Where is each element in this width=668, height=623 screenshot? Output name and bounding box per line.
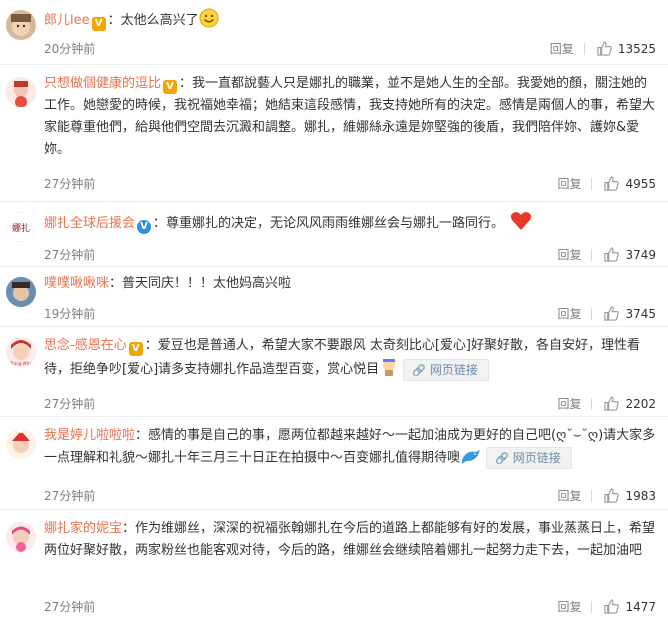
smiley-emoji-icon: [199, 8, 219, 28]
web-link-label: 网页链接: [429, 362, 478, 377]
praying-emoji-icon: [379, 357, 399, 377]
avatar[interactable]: Trang Wha: [6, 337, 36, 367]
comment-username[interactable]: 噗噗啾啾咪: [44, 276, 109, 291]
comment-timestamp: 27分钟前: [44, 248, 96, 262]
avatar-child-image: [6, 10, 36, 40]
comment-separator: ：: [153, 216, 167, 231]
comment-username[interactable]: 郎儿lee: [44, 13, 90, 28]
thumbs-up-icon: [604, 396, 620, 411]
action-divider: [591, 600, 593, 613]
comment-separator: ：: [107, 13, 121, 28]
link-icon: 🔗: [412, 363, 426, 377]
reply-button[interactable]: 回复: [557, 598, 581, 615]
vip-badge-icon: V: [128, 342, 143, 356]
svg-text:娜扎: 娜扎: [12, 222, 30, 234]
vip-badge-icon: V: [91, 17, 106, 31]
avatar-photo-image: [6, 277, 36, 307]
avatar[interactable]: [6, 77, 36, 107]
comment-username[interactable]: 思念-感恩在心: [44, 338, 127, 353]
comment-item: 我是婷儿啦啦啦：感情的事是自己的事，愿两位都越来越好～一起加油成为更好的自己吧(…: [0, 417, 668, 510]
comment-item: Trang Wha 思念-感恩在心 V ：爱豆也是普通人，希望大家不要跟风 太奇刻比…: [0, 327, 668, 417]
like-count: 3749: [625, 247, 656, 262]
like-count: 3745: [625, 306, 656, 321]
comment-timestamp: 27分钟前: [44, 489, 96, 503]
avatar[interactable]: [6, 429, 36, 459]
link-icon: 🔗: [495, 452, 509, 465]
comment-text: 普天同庆！！！太他妈高兴啦: [122, 276, 292, 291]
avatar[interactable]: [6, 277, 36, 307]
avatar-cartoon-image: [6, 522, 36, 552]
action-divider: [591, 489, 593, 502]
avatar-illustration-image: [6, 77, 36, 107]
action-divider: [591, 397, 593, 410]
thumbs-up-icon: [604, 176, 620, 191]
reply-button[interactable]: 回复: [557, 305, 581, 322]
comment-timestamp: 27分钟前: [44, 177, 96, 191]
svg-text:Trang Wha: Trang Wha: [9, 361, 32, 366]
thumbs-up-icon: [604, 599, 620, 614]
action-divider: [591, 248, 593, 261]
reply-button[interactable]: 回复: [557, 175, 581, 192]
action-divider: [591, 177, 593, 190]
comment-separator: ：: [179, 76, 193, 91]
like-button[interactable]: 4955: [604, 176, 656, 191]
comment-timestamp: 19分钟前: [44, 307, 96, 321]
like-count: 13525: [617, 41, 656, 56]
comment-timestamp: 27分钟前: [44, 600, 96, 614]
avatar[interactable]: 娜扎: [6, 212, 36, 242]
comment-username[interactable]: 我是婷儿啦啦啦: [44, 428, 135, 443]
comment-item: 噗噗啾啾咪：普天同庆！！！太他妈高兴啦 19分钟前 回复 3745: [0, 267, 668, 327]
comment-separator: ：: [135, 428, 149, 443]
web-link-button[interactable]: 🔗 网页链接: [403, 358, 489, 381]
avatar[interactable]: [6, 522, 36, 552]
like-count: 1983: [625, 488, 656, 503]
like-button[interactable]: 1477: [604, 599, 656, 614]
comment-username[interactable]: 只想做個健康的逗比: [44, 76, 161, 91]
comment-text: 尊重娜扎的决定，无论风风雨雨维娜丝会与娜扎一路同行。: [166, 216, 505, 231]
avatar-logo-image: 娜扎: [6, 212, 36, 242]
thumbs-up-icon: [604, 306, 620, 321]
like-count: 2202: [625, 396, 656, 411]
avatar-cartoon-image: Trang Wha: [6, 337, 36, 367]
reply-button[interactable]: 回复: [557, 395, 581, 412]
dolphin-emoji-icon: [460, 448, 482, 466]
thumbs-up-icon: [597, 41, 612, 56]
thumbs-up-icon: [604, 488, 620, 503]
comment-text: 作为维娜丝，深深的祝福张翰娜扎在今后的道路上都能够有好的发展，事业蒸蒸日上，希望…: [44, 521, 656, 558]
like-button[interactable]: 2202: [604, 396, 656, 411]
reply-button[interactable]: 回复: [550, 40, 574, 57]
like-button[interactable]: 1983: [604, 488, 656, 503]
thumbs-up-icon: [604, 247, 620, 262]
web-link-button[interactable]: 🔗 网页链接: [486, 447, 572, 469]
like-button[interactable]: 3749: [604, 247, 656, 262]
like-button[interactable]: 13525: [597, 41, 656, 56]
comment-separator: ：: [122, 521, 136, 536]
comment-timestamp: 27分钟前: [44, 397, 96, 411]
comment-separator: ：: [144, 338, 158, 353]
verified-badge-icon: V: [137, 220, 152, 234]
comment-item: 娜扎家的妮宝：作为维娜丝，深深的祝福张翰娜扎在今后的道路上都能够有好的发展，事业…: [0, 510, 668, 623]
comment-text: 太他么高兴了: [120, 13, 199, 28]
action-divider: [583, 42, 585, 55]
like-count: 4955: [625, 176, 656, 191]
reply-button[interactable]: 回复: [557, 487, 581, 504]
comment-username[interactable]: 娜扎家的妮宝: [44, 521, 122, 536]
web-link-label: 网页链接: [512, 451, 561, 465]
avatar-cartoon-image: [6, 429, 36, 459]
comment-item: 娜扎 娜扎全球后援会 V ：尊重娜扎的决定，无论风风雨雨维娜丝会与娜扎一路同行。 2…: [0, 202, 668, 267]
comment-separator: ：: [109, 276, 123, 291]
comment-item: 郎儿lee V ：太他么高兴了 20分钟前 回复 13525: [0, 0, 668, 65]
vip-badge-icon: V: [163, 80, 178, 94]
comment-item: 只想做個健康的逗比 V ：我一直都說藝人只是娜扎的職業，並不是她人生的全部。我愛她的…: [0, 65, 668, 202]
like-button[interactable]: 3745: [604, 306, 656, 321]
reply-button[interactable]: 回复: [557, 246, 581, 263]
comment-username[interactable]: 娜扎全球后援会: [44, 216, 135, 231]
avatar[interactable]: [6, 10, 36, 40]
comment-timestamp: 20分钟前: [44, 42, 96, 56]
heart-emoji-icon: [510, 211, 532, 231]
comment-list: 郎儿lee V ：太他么高兴了 20分钟前 回复 13525 只想做個健康的逗比…: [0, 0, 668, 623]
like-count: 1477: [625, 599, 656, 614]
action-divider: [591, 307, 593, 320]
